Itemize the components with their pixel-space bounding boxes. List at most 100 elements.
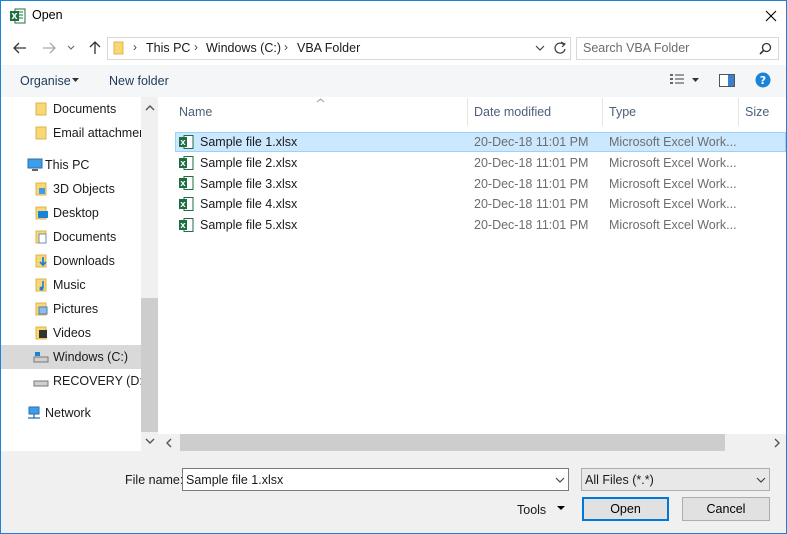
file-type: Microsoft Excel Work... xyxy=(609,197,737,211)
excel-file-icon: X xyxy=(179,218,194,232)
3d-objects-icon xyxy=(35,182,47,196)
column-header-date-modified[interactable]: Date modified xyxy=(474,105,551,119)
nav-item-downloads[interactable]: Downloads xyxy=(1,249,141,273)
caret-down-icon[interactable] xyxy=(557,506,565,511)
downloads-icon xyxy=(35,254,47,268)
help-icon[interactable]: ? xyxy=(755,72,771,88)
close-button[interactable] xyxy=(756,2,786,30)
file-name: Sample file 5.xlsx xyxy=(200,218,298,232)
nav-item-network[interactable]: Network xyxy=(1,401,141,425)
excel-file-icon: X xyxy=(179,176,194,190)
breadcrumb-separator-icon: › xyxy=(133,40,137,54)
nav-item-label: RECOVERY (D:) xyxy=(53,374,148,388)
breadcrumb-this-pc[interactable]: This PC xyxy=(146,41,190,55)
nav-item-pictures[interactable]: Pictures xyxy=(1,297,141,321)
column-header-size[interactable]: Size xyxy=(745,105,769,119)
new-folder-button[interactable]: New folder xyxy=(109,74,169,88)
file-type-filter-select[interactable]: All Files (*.*) xyxy=(581,468,770,491)
cancel-button[interactable]: Cancel xyxy=(682,497,770,521)
pictures-icon xyxy=(35,302,48,316)
column-divider[interactable] xyxy=(602,98,603,126)
caret-down-icon xyxy=(72,78,79,82)
breadcrumb-separator-icon: › xyxy=(194,40,198,54)
nav-item-3d-objects[interactable]: 3D Objects xyxy=(1,177,141,201)
breadcrumb-vba-folder[interactable]: VBA Folder xyxy=(297,41,360,55)
svg-text:?: ? xyxy=(760,74,766,87)
column-divider[interactable] xyxy=(467,98,468,126)
file-date: 20-Dec-18 11:01 PM xyxy=(474,156,589,170)
file-type: Microsoft Excel Work... xyxy=(609,177,737,191)
file-name-input[interactable]: Sample file 1.xlsx xyxy=(186,473,283,487)
nav-item-label: Documents xyxy=(53,102,117,116)
nav-item-documents[interactable]: Documents xyxy=(1,225,141,249)
up-button[interactable] xyxy=(85,39,105,57)
chevron-down-icon[interactable] xyxy=(535,45,545,52)
title-bar: X Open xyxy=(1,1,786,31)
nav-item-label: Network xyxy=(45,406,91,420)
open-button[interactable]: Open xyxy=(582,497,669,521)
scroll-down-icon[interactable] xyxy=(145,438,155,445)
nav-item-recovery-d[interactable]: RECOVERY (D:) xyxy=(1,369,147,393)
file-name-combobox[interactable]: Sample file 1.xlsx xyxy=(182,468,569,491)
address-bar[interactable]: › This PC › Windows (C:) › VBA Folder xyxy=(107,37,654,60)
tools-button[interactable]: Tools xyxy=(517,503,546,517)
nav-item-this-pc[interactable]: This PC xyxy=(1,153,141,177)
svg-text:X: X xyxy=(11,12,18,21)
documents-icon xyxy=(35,230,47,244)
file-type: Microsoft Excel Work... xyxy=(609,135,737,149)
search-input[interactable]: Search VBA Folder xyxy=(583,41,689,55)
desktop-icon xyxy=(35,206,48,220)
file-name: Sample file 1.xlsx xyxy=(200,135,298,149)
chevron-down-icon[interactable] xyxy=(555,477,565,484)
music-icon xyxy=(35,278,47,292)
file-type: Microsoft Excel Work... xyxy=(609,156,737,170)
window-title: Open xyxy=(32,8,63,22)
preview-pane-icon[interactable] xyxy=(719,74,735,87)
svg-text:X: X xyxy=(180,139,186,147)
forward-button[interactable] xyxy=(39,39,59,57)
excel-app-icon: X xyxy=(10,8,26,24)
nav-item-documents-quick[interactable]: Documents xyxy=(1,97,141,121)
file-name: Sample file 4.xlsx xyxy=(200,197,298,211)
bottom-panel: File name: Sample file 1.xlsx All Files … xyxy=(1,451,786,533)
horizontal-scrollbar-thumb[interactable] xyxy=(180,434,725,451)
scroll-up-icon[interactable] xyxy=(145,104,155,111)
refresh-icon[interactable] xyxy=(553,41,567,55)
nav-item-music[interactable]: Music xyxy=(1,273,141,297)
view-options-icon[interactable] xyxy=(669,73,685,86)
column-divider[interactable] xyxy=(738,98,739,126)
open-dialog: X Open › This PC › Windows (C:) › VBA Fo… xyxy=(0,0,787,534)
folder-icon xyxy=(35,126,47,140)
nav-item-email-attachments[interactable]: Email attachmen xyxy=(1,121,146,145)
svg-text:X: X xyxy=(180,222,186,230)
nav-item-label: This PC xyxy=(45,158,90,172)
nav-item-windows-c[interactable]: Windows (C:) xyxy=(1,345,141,369)
nav-item-label: Email attachmen xyxy=(53,126,147,140)
back-button[interactable] xyxy=(10,39,30,57)
scroll-left-icon[interactable] xyxy=(165,438,172,448)
nav-item-label: Music xyxy=(53,278,86,292)
caret-down-icon[interactable] xyxy=(692,78,699,83)
nav-item-desktop[interactable]: Desktop xyxy=(1,201,141,225)
search-box[interactable]: Search VBA Folder xyxy=(576,37,779,60)
file-type: Microsoft Excel Work... xyxy=(609,218,737,232)
search-icon[interactable] xyxy=(759,42,772,55)
svg-text:X: X xyxy=(180,180,186,188)
breadcrumb-windows-c[interactable]: Windows (C:) xyxy=(206,41,281,55)
arrow-right-icon xyxy=(43,42,56,54)
column-header-type[interactable]: Type xyxy=(609,105,636,119)
nav-item-label: Downloads xyxy=(53,254,115,268)
scroll-right-icon[interactable] xyxy=(774,438,781,448)
nav-item-videos[interactable]: Videos xyxy=(1,321,141,345)
column-header-name[interactable]: Name xyxy=(179,105,212,119)
organise-button[interactable]: Organise xyxy=(20,74,71,88)
file-name: Sample file 2.xlsx xyxy=(200,156,298,170)
nav-item-label: 3D Objects xyxy=(53,182,115,196)
recent-locations-button[interactable] xyxy=(64,39,78,57)
svg-text:X: X xyxy=(180,160,186,168)
nav-scrollbar-thumb[interactable] xyxy=(141,298,158,432)
breadcrumb-separator-icon: › xyxy=(284,40,288,54)
file-name: Sample file 3.xlsx xyxy=(200,177,298,191)
file-date: 20-Dec-18 11:01 PM xyxy=(474,177,589,191)
file-type-filter-value: All Files (*.*) xyxy=(585,473,654,487)
